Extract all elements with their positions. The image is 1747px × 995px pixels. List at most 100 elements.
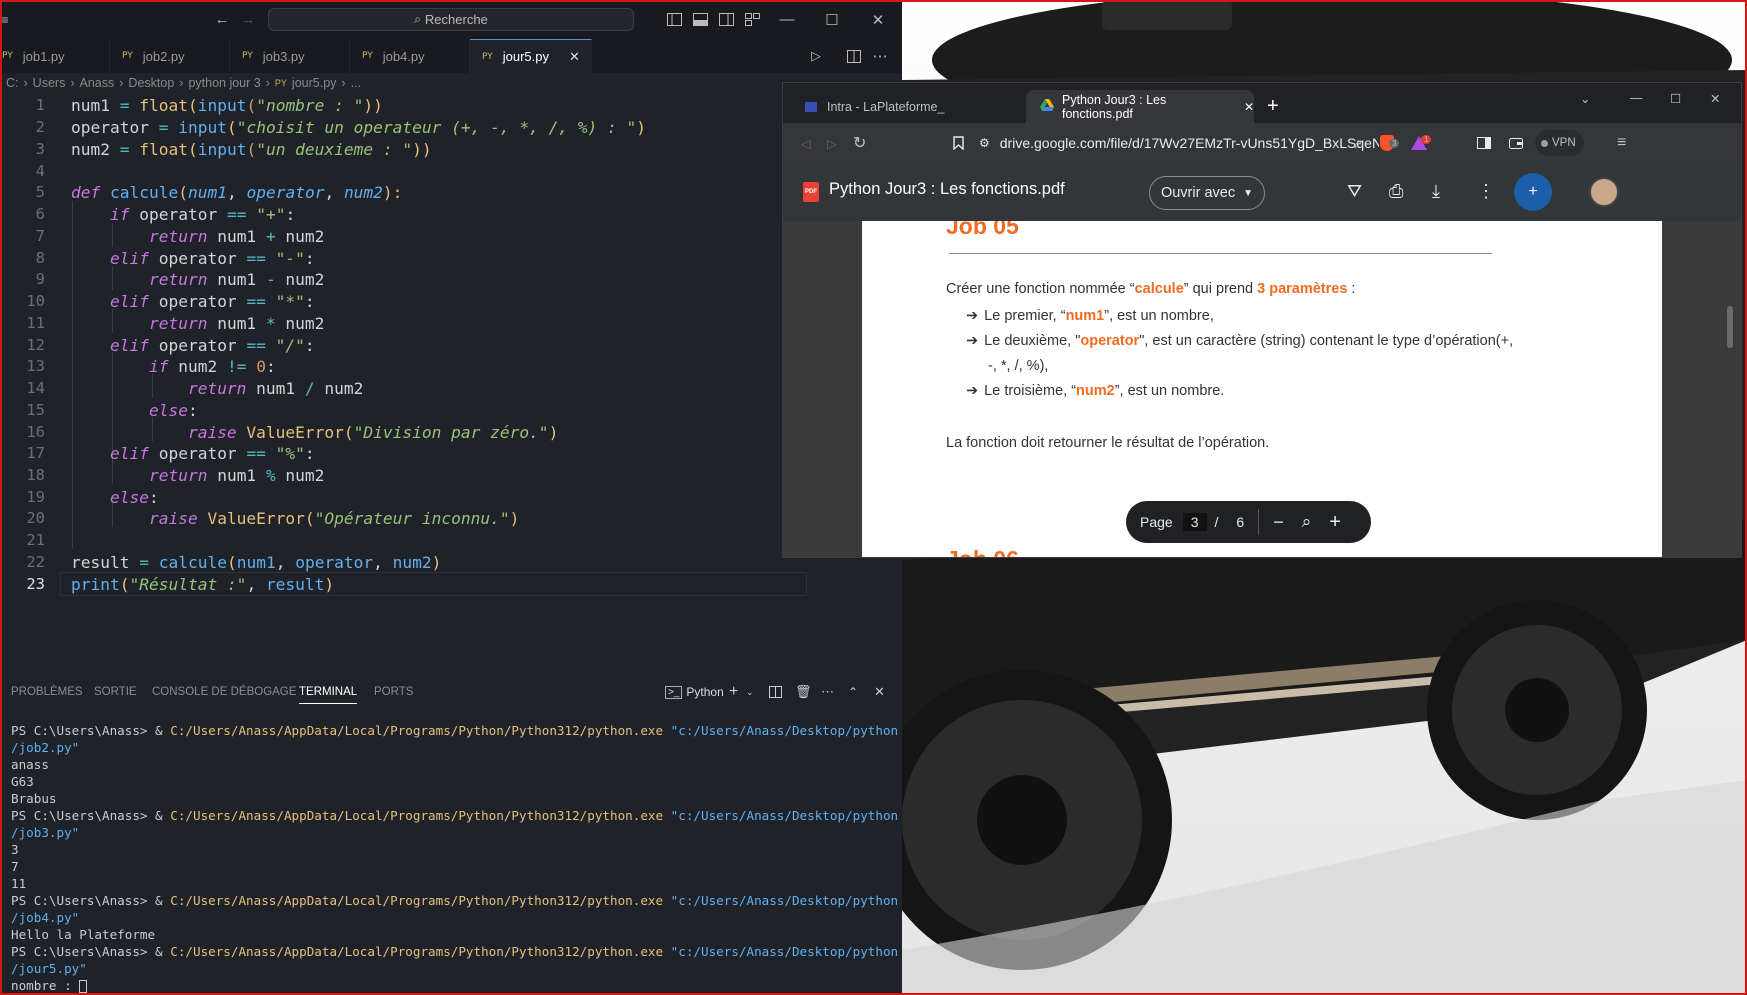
url-bar[interactable]: ⚙ drive.google.com/file/d/17Wv27EMzTr-vU… <box>979 129 1379 157</box>
code-line[interactable]: 1 num1 = float(input("nombre : ")) <box>0 93 810 117</box>
line-number: 1 <box>35 96 45 114</box>
run-file-icon[interactable]: ▷ <box>806 39 826 73</box>
tab-job2[interactable]: PY job2.py <box>110 39 230 73</box>
job-heading: Job 05 <box>946 221 1019 239</box>
terminal-icon: >_ <box>665 685 683 699</box>
tab-output[interactable]: SORTIE <box>94 680 137 704</box>
chevron-up-icon[interactable]: ⌃ <box>848 680 858 704</box>
line-number: 5 <box>35 183 45 201</box>
hamburger-menu-icon[interactable]: ≡ <box>1603 123 1626 163</box>
wallet-icon[interactable] <box>1495 123 1523 163</box>
back-arrow-icon[interactable]: ◁ <box>787 123 811 163</box>
code-line[interactable]: 13 if num2 != 0: <box>0 354 810 378</box>
split-editor-icon[interactable] <box>844 39 864 73</box>
tab-terminal[interactable]: TERMINAL <box>299 680 358 704</box>
toggle-panel-icon[interactable] <box>690 0 710 39</box>
code-editor[interactable]: 1 num1 = float(input("nombre : ")) 2 ope… <box>0 93 902 663</box>
vpn-status-dot <box>1541 139 1548 147</box>
code-line[interactable]: 7 return num1 + num2 <box>0 224 810 248</box>
command-search-box[interactable]: ⌕ Recherche <box>268 8 634 31</box>
code-line[interactable]: 10 elif operator == "*": <box>0 289 810 313</box>
breadcrumb-item[interactable]: ... <box>351 76 361 90</box>
tab-job1[interactable]: PY job1.py <box>0 39 110 73</box>
share-icon[interactable]: ⇗ <box>1338 123 1362 163</box>
code-line[interactable]: 6 if operator == "+": <box>0 202 810 226</box>
forward-arrow-icon[interactable]: ▷ <box>813 123 837 163</box>
tab-search-icon[interactable]: ⌄ <box>1566 83 1596 113</box>
close-tab-icon[interactable]: ✕ <box>1244 100 1254 114</box>
new-terminal-icon[interactable]: + <box>729 680 738 704</box>
share-person-icon[interactable]: + <box>1514 173 1552 211</box>
tab-job4[interactable]: PY job4.py <box>350 39 470 73</box>
toggle-secondary-sidebar-icon[interactable] <box>716 0 736 39</box>
customize-layout-icon[interactable] <box>742 0 762 39</box>
code-line-current[interactable]: 23 print("Résultat :", result) <box>0 572 810 596</box>
tab-ports[interactable]: PORTS <box>374 680 413 704</box>
terminal-output[interactable]: PS C:\Users\Anass> & C:/Users/Anass/AppD… <box>11 722 898 994</box>
tab-jour5[interactable]: PY jour5.py ✕ <box>470 39 592 73</box>
print-icon[interactable]: ⎙ <box>1385 173 1403 209</box>
breadcrumb-item[interactable]: Desktop <box>128 76 174 90</box>
sidebar-toggle-icon[interactable] <box>1463 123 1491 163</box>
avatar[interactable] <box>1589 177 1619 207</box>
code-line[interactable]: 5 def calcule(num1, operator, num2): <box>0 180 810 204</box>
maximize-icon[interactable]: ☐ <box>820 0 844 39</box>
browser-tab-pdf[interactable]: Python Jour3 : Les fonctions.pdf ✕ <box>1026 90 1254 123</box>
back-arrow-icon[interactable]: ← <box>210 0 234 39</box>
code-line[interactable]: 17 elif operator == "%": <box>0 441 810 465</box>
breadcrumb-item[interactable]: python jour 3 <box>188 76 260 90</box>
zoom-out-icon[interactable]: − <box>1273 512 1284 533</box>
zoom-in-icon[interactable]: + <box>1329 511 1341 534</box>
close-tab-icon[interactable]: ✕ <box>569 49 580 65</box>
maximize-icon[interactable]: ☐ <box>1656 83 1686 113</box>
pdf-viewer[interactable]: Job 05 Créer une fonction nommée “calcul… <box>783 221 1741 557</box>
download-icon[interactable]: ⤓ <box>1428 173 1440 209</box>
code-line[interactable]: 22 result = calcule(num1, operator, num2… <box>0 550 810 574</box>
trash-icon[interactable]: 🗑 <box>795 680 812 704</box>
brave-rewards-icon[interactable]: 1 <box>1397 123 1432 163</box>
menu-icon[interactable]: ≡ <box>0 0 10 39</box>
minimize-icon[interactable]: — <box>1616 83 1646 113</box>
more-actions-icon[interactable]: ⋯ <box>821 680 834 704</box>
breadcrumb-item[interactable]: C: <box>6 76 19 90</box>
code-line[interactable]: 18 return num1 % num2 <box>0 463 810 487</box>
code-line[interactable]: 11 return num1 * num2 <box>0 311 810 335</box>
code-line[interactable]: 15 else: <box>0 398 810 422</box>
page-number-input[interactable]: 3 <box>1182 513 1207 531</box>
bookmark-icon[interactable] <box>939 123 964 163</box>
breadcrumb-item[interactable]: jour5.py <box>292 76 336 90</box>
more-actions-icon[interactable]: ⋯ <box>870 39 890 73</box>
open-with-button[interactable]: Ouvrir avec ▼ <box>1149 176 1265 210</box>
add-to-drive-icon[interactable]: ⛛ <box>1343 173 1362 209</box>
code-line[interactable]: 14 return num1 / num2 <box>0 376 810 400</box>
close-icon[interactable]: ✕ <box>1696 83 1726 113</box>
line-number: 10 <box>26 292 45 310</box>
code-line[interactable]: 9 return num1 - num2 <box>0 267 810 291</box>
tab-job3[interactable]: PY job3.py <box>230 39 350 73</box>
vpn-button[interactable]: VPN <box>1535 130 1584 156</box>
tab-debug-console[interactable]: CONSOLE DE DÉBOGAGE <box>152 680 296 704</box>
breadcrumb-item[interactable]: Anass <box>80 76 115 90</box>
reload-icon[interactable]: ↻ <box>839 123 866 163</box>
more-vert-icon[interactable]: ⋮ <box>1473 173 1495 209</box>
chevron-down-icon[interactable]: ⌄ <box>746 680 754 704</box>
minimize-icon[interactable]: — <box>775 0 799 39</box>
close-icon[interactable]: ✕ <box>866 0 890 39</box>
toggle-primary-sidebar-icon[interactable] <box>664 0 684 39</box>
tab-label: jour5.py <box>502 49 549 64</box>
close-panel-icon[interactable]: ✕ <box>874 680 885 704</box>
scrollbar-thumb[interactable] <box>1727 306 1733 348</box>
code-line[interactable]: 2 operator = input("choisit un operateur… <box>0 115 810 139</box>
breadcrumb-item[interactable]: Users <box>33 76 66 90</box>
code-line[interactable]: 3 num2 = float(input("un deuxieme : ")) <box>0 137 810 161</box>
forward-arrow-icon[interactable]: → <box>236 0 260 39</box>
browser-tab-intra[interactable]: Intra - LaPlateforme_ <box>791 90 996 123</box>
code-line[interactable]: 20 raise ValueError("Opérateur inconnu."… <box>0 506 810 530</box>
terminal-profile[interactable]: >_ Python <box>665 680 724 704</box>
code-line[interactable]: 21 <box>0 528 810 552</box>
split-terminal-icon[interactable] <box>769 680 782 704</box>
brave-shield-icon[interactable]: 3 <box>1366 123 1400 163</box>
new-tab-icon[interactable]: + <box>1261 90 1291 123</box>
zoom-icon[interactable]: ⌕ <box>1302 512 1312 532</box>
tab-problems[interactable]: PROBLÈMES <box>11 680 83 704</box>
